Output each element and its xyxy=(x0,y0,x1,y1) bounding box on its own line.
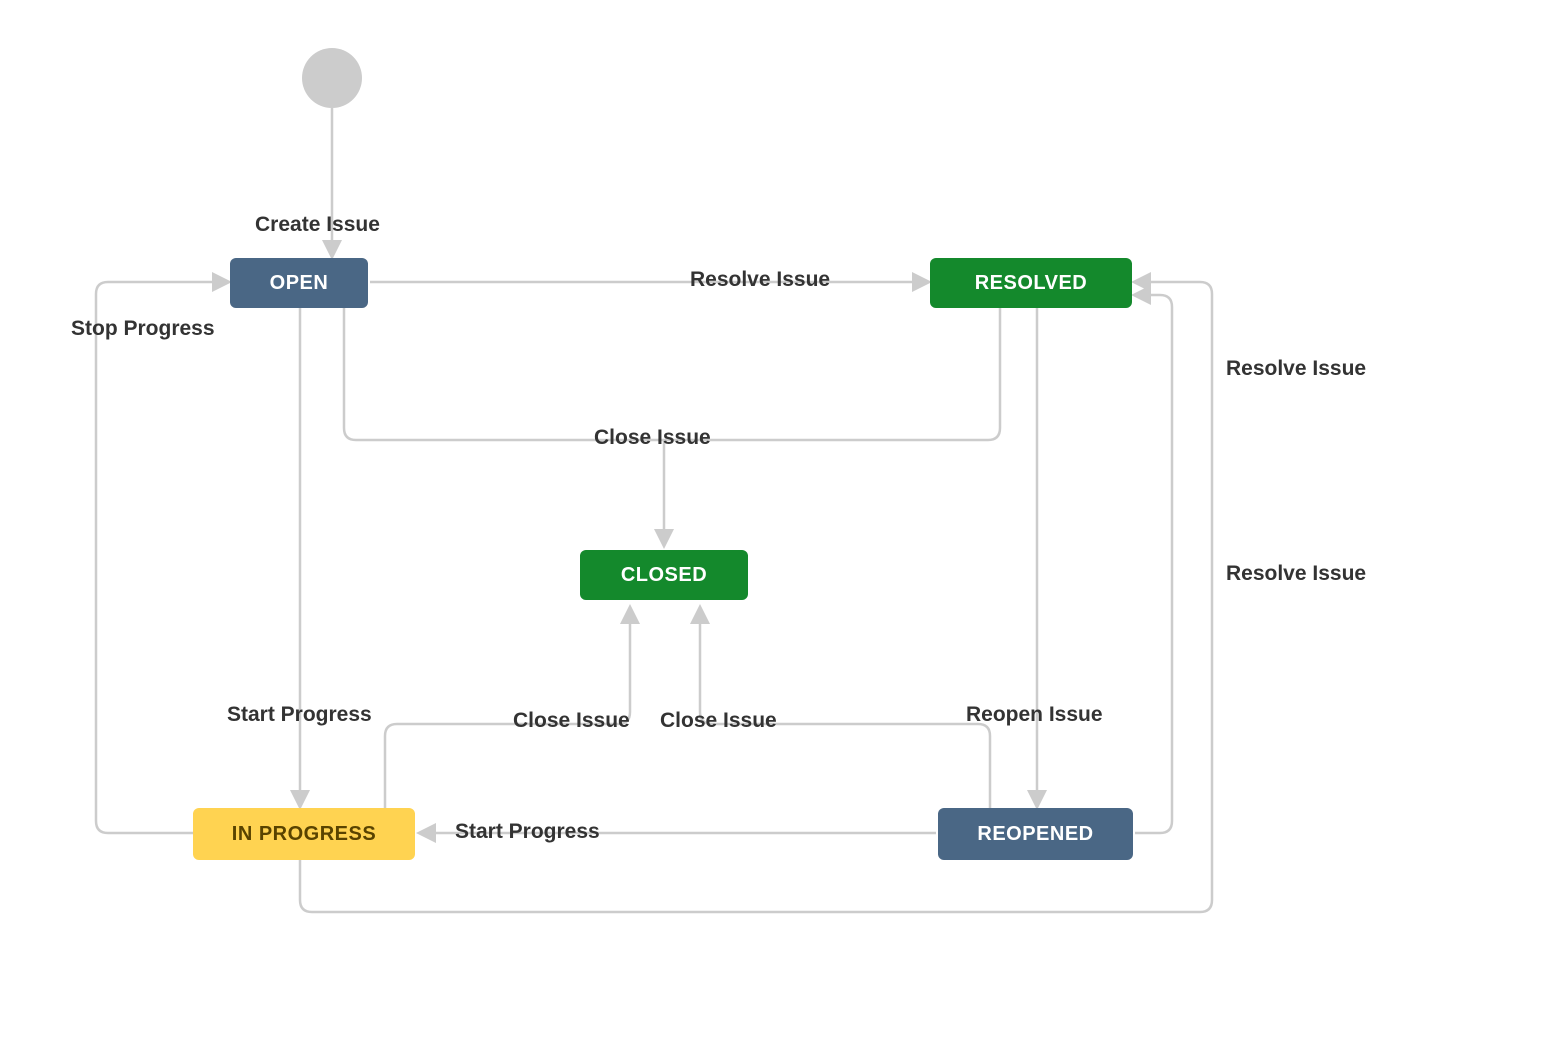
state-in-progress-label: IN PROGRESS xyxy=(232,823,376,846)
label-start-open: Start Progress xyxy=(227,703,372,727)
edge-close-resolved-branch xyxy=(664,308,1000,440)
edge-close-inprog xyxy=(385,608,630,808)
label-reopen-issue: Reopen Issue xyxy=(966,703,1103,727)
state-in-progress: IN PROGRESS xyxy=(193,808,415,860)
label-resolve-inprog: Resolve Issue xyxy=(1226,562,1366,586)
label-resolve-open: Resolve Issue xyxy=(690,268,830,292)
edge-close-reopened xyxy=(700,608,990,808)
label-resolve-reopened: Resolve Issue xyxy=(1226,357,1366,381)
edge-close-open-branch xyxy=(344,308,664,440)
start-node xyxy=(302,48,362,108)
state-open-label: OPEN xyxy=(270,272,329,295)
state-resolved-label: RESOLVED xyxy=(975,272,1088,295)
label-close-issue-top: Close Issue xyxy=(594,426,711,450)
state-reopened-label: REOPENED xyxy=(977,823,1093,846)
label-start-reopened: Start Progress xyxy=(455,820,600,844)
label-close-inprog: Close Issue xyxy=(513,709,630,733)
workflow-diagram: OPEN RESOLVED CLOSED IN PROGRESS REOPENE… xyxy=(0,0,1557,1047)
edge-resolve-reopened xyxy=(1135,295,1172,833)
label-close-reopened: Close Issue xyxy=(660,709,777,733)
label-stop-progress: Stop Progress xyxy=(71,317,215,341)
state-closed: CLOSED xyxy=(580,550,748,600)
state-open: OPEN xyxy=(230,258,368,308)
label-create-issue: Create Issue xyxy=(255,213,380,237)
edges-layer xyxy=(0,0,1557,1047)
state-resolved: RESOLVED xyxy=(930,258,1132,308)
state-closed-label: CLOSED xyxy=(621,564,707,587)
state-reopened: REOPENED xyxy=(938,808,1133,860)
edge-stop-progress xyxy=(96,282,228,833)
